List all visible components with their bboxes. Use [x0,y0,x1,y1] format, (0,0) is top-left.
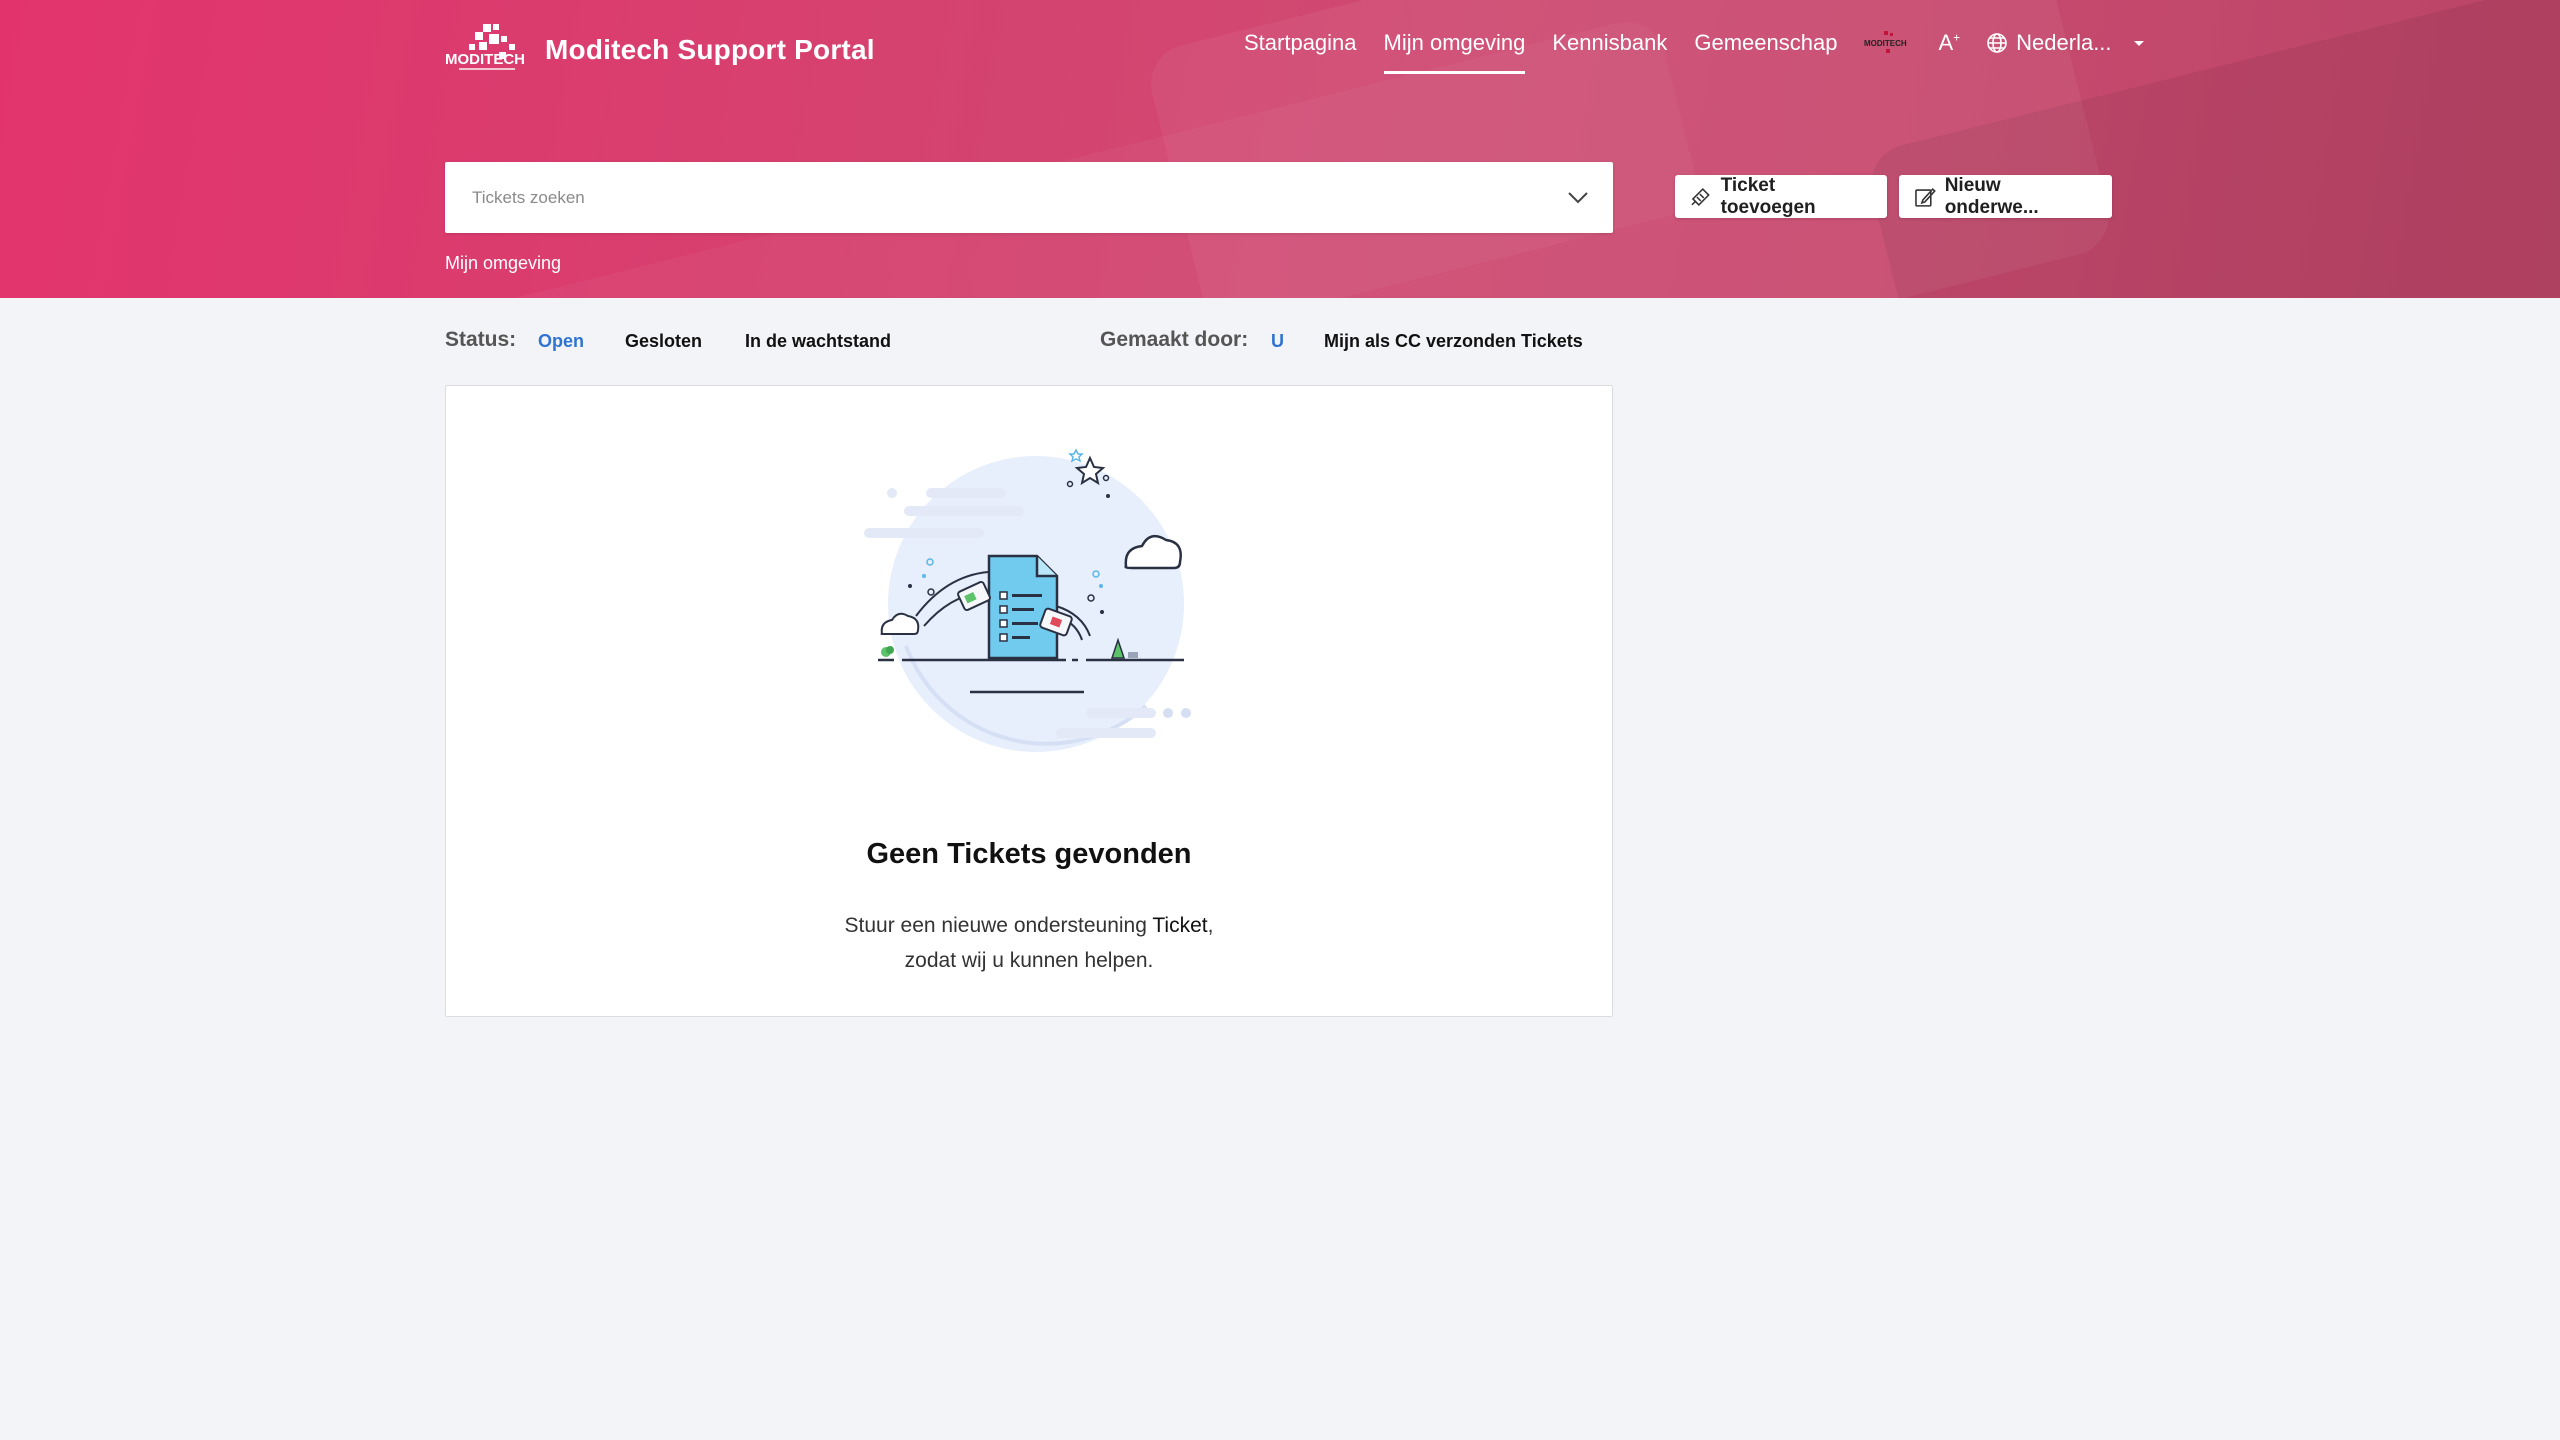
empty-tickets-illustration [864,448,1191,752]
nav-item-startpagina[interactable]: Startpagina [1244,30,1357,74]
created-by-filter-you[interactable]: U [1271,331,1284,352]
empty-text-suffix: , [1207,914,1214,937]
portal-title: Moditech Support Portal [545,34,875,65]
font-size-toggle[interactable]: A+ [1938,30,1960,56]
new-topic-label: Nieuw onderwe... [1944,174,2039,218]
empty-text-line2: zodat wij u kunnen helpen. [904,949,1154,972]
empty-state-message: Stuur een nieuwe ondersteuning Ticket, z… [446,908,1612,978]
search-dropdown-toggle[interactable] [1543,191,1613,205]
nav-item-gemeenschap[interactable]: Gemeenschap [1694,30,1837,74]
created-by-label: Gemaakt door: [1100,328,1249,351]
ticket-filters: Status: Open Gesloten In de wachtstand G… [445,328,1615,358]
ticket-search [445,162,1613,233]
status-filter-open[interactable]: Open [538,331,584,352]
nav-item-mijn-omgeving[interactable]: Mijn omgeving [1383,30,1525,74]
status-filter-closed[interactable]: Gesloten [625,331,702,352]
status-filter-on-hold[interactable]: In de wachtstand [745,331,891,352]
svg-text:MODITECH: MODITECH [1864,39,1907,48]
company-logo-icon[interactable]: MODITECH [1864,29,1912,57]
main-nav: Startpagina Mijn omgeving Kennisbank Gem… [1244,30,2146,74]
caret-down-icon [2133,41,2144,46]
moditech-logo-icon: MODITECH [445,24,525,70]
search-input[interactable] [445,162,1543,233]
created-by-filter-cc[interactable]: Mijn als CC verzonden Tickets [1324,331,1583,352]
font-size-icon: A [1938,30,1954,55]
svg-text:MODITECH: MODITECH [445,51,525,68]
new-topic-button[interactable]: Nieuw onderwe... [1899,175,2112,218]
ticket-icon [1691,187,1710,206]
brand[interactable]: MODITECH Moditech Support Portal [445,22,875,78]
tickets-empty-state: Geen Tickets gevonden Stuur een nieuwe o… [445,385,1613,1017]
status-label: Status: [445,328,517,351]
add-ticket-button[interactable]: Ticket toevoegen [1675,175,1887,218]
language-label: Nederla... [2016,30,2112,55]
new-ticket-link[interactable]: Ticket [1152,914,1207,937]
nav-item-kennisbank[interactable]: Kennisbank [1552,30,1667,74]
add-ticket-label: Ticket toevoegen [1720,174,1816,218]
globe-icon [1987,33,2007,53]
empty-state-title: Geen Tickets gevonden [866,838,1192,870]
compose-icon [1915,187,1936,207]
empty-text-prefix: Stuur een nieuwe ondersteuning [844,914,1153,937]
chevron-down-icon [1568,191,1588,203]
language-selector[interactable]: Nederla... [1986,30,2145,56]
breadcrumb[interactable]: Mijn omgeving [445,253,561,274]
header-banner: MODITECH Moditech Support Portal Startpa… [0,0,2560,298]
